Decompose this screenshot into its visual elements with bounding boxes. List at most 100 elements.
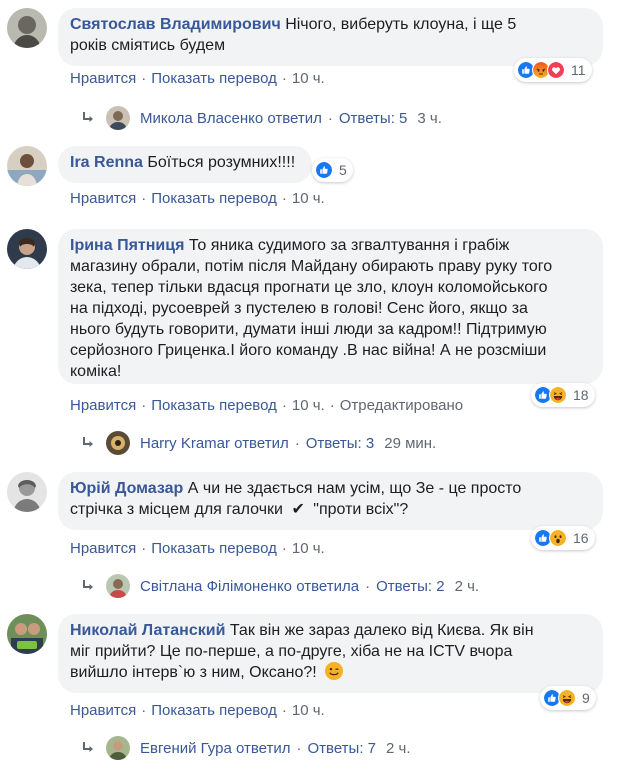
comment-text: зека, тепер тільки вдасця прогнати це зл… bbox=[70, 279, 548, 296]
comment-text: "проти всіх"? bbox=[313, 501, 409, 518]
comment-text: коміка! bbox=[70, 363, 122, 380]
reply-avatar bbox=[106, 736, 130, 760]
separator: · bbox=[141, 702, 147, 719]
reaction-count: 16 bbox=[573, 530, 589, 546]
separator: · bbox=[329, 397, 335, 414]
reply-count[interactable]: Ответы: 7 bbox=[308, 740, 377, 757]
separator: · bbox=[365, 577, 371, 595]
comment-author[interactable]: Юрій Домазар bbox=[70, 480, 183, 497]
reply-author[interactable]: Евгений Гура ответил bbox=[140, 740, 291, 757]
replies-link[interactable]: Микола Власенко ответил · Ответы: 5 3 ч. bbox=[80, 106, 442, 130]
comment-author[interactable]: Ira Renna bbox=[70, 154, 143, 171]
comment-time[interactable]: 10 ч. bbox=[292, 702, 325, 719]
comment-actions: Нравится · Показать перевод · 10 ч. · Отредакт… bbox=[70, 397, 463, 414]
like-link[interactable]: Нравится bbox=[70, 540, 136, 557]
comment-text: стрічка з місцем для галочки bbox=[70, 501, 283, 518]
comment-text: вийшло інтерв`ю з ним, Оксано?! bbox=[70, 664, 317, 681]
avatar[interactable] bbox=[7, 614, 47, 654]
like-link[interactable]: Нравится bbox=[70, 190, 136, 207]
reactions-summary[interactable]: 16 bbox=[531, 526, 595, 550]
comment-text: серйозного Гриценка.І його команду .В на… bbox=[70, 342, 547, 359]
separator: · bbox=[141, 397, 147, 414]
reply-author[interactable]: Світлана Філімоненко ответила bbox=[140, 578, 359, 595]
separator: · bbox=[141, 190, 147, 207]
wow-icon bbox=[549, 529, 567, 547]
comment-time[interactable]: 10 ч. bbox=[292, 190, 325, 207]
reply-time: 2 ч. bbox=[386, 739, 411, 757]
love-icon bbox=[547, 61, 565, 79]
translate-link[interactable]: Показать перевод bbox=[151, 70, 277, 87]
checkmark-emoji: ✔ bbox=[291, 501, 305, 518]
like-link[interactable]: Нравится bbox=[70, 70, 136, 87]
translate-link[interactable]: Показать перевод bbox=[151, 397, 277, 414]
comment-author[interactable]: Ірина Пятниця bbox=[70, 237, 184, 254]
reaction-count: 11 bbox=[571, 62, 586, 78]
avatar[interactable] bbox=[7, 472, 47, 512]
separator: · bbox=[141, 70, 147, 87]
replies-link[interactable]: Світлана Філімоненко ответила · Ответы: … bbox=[80, 574, 479, 598]
reply-count[interactable]: Ответы: 3 bbox=[306, 435, 375, 452]
comment-bubble: Ірина Пятниця То яника судимого за згвал… bbox=[58, 229, 603, 384]
edited-label[interactable]: Отредактировано bbox=[340, 397, 463, 414]
comment-text: Боїться розумних!!!! bbox=[147, 154, 296, 171]
reactions-summary[interactable]: 11 bbox=[514, 58, 592, 82]
comment-bubble: Юрій Домазар А чи не здається нам усім, … bbox=[58, 472, 603, 530]
replies-link[interactable]: Harry Kramar ответил · Ответы: 3 29 мин. bbox=[80, 431, 436, 455]
reply-count[interactable]: Ответы: 2 bbox=[376, 578, 445, 595]
replies-link[interactable]: Евгений Гура ответил · Ответы: 7 2 ч. bbox=[80, 736, 411, 760]
reply-avatar bbox=[106, 574, 130, 598]
reply-author[interactable]: Микола Власенко ответил bbox=[140, 110, 322, 127]
reply-time: 2 ч. bbox=[454, 577, 480, 595]
reply-count[interactable]: Ответы: 5 bbox=[339, 110, 408, 127]
comment-text: магазину обрали, потім після Майдану оби… bbox=[70, 258, 553, 275]
comment-time[interactable]: 10 ч. bbox=[292, 540, 325, 557]
wink-emoji-icon bbox=[325, 662, 344, 680]
comment-actions: Нравится · Показать перевод · 10 ч. bbox=[70, 70, 325, 87]
comment-text: нього будуть говорити, думати інші люди … bbox=[70, 321, 547, 338]
reply-avatar bbox=[106, 106, 130, 130]
comment-author[interactable]: Николай Латанский bbox=[70, 622, 225, 639]
comment-text: Так він же зараз далеко від Києва. Як ві… bbox=[229, 622, 534, 639]
reply-arrow-icon bbox=[80, 435, 96, 451]
comment-bubble: Ira Renna Боїться розумних!!!! bbox=[58, 146, 312, 183]
translate-link[interactable]: Показать перевод bbox=[151, 190, 277, 207]
like-link[interactable]: Нравится bbox=[70, 397, 136, 414]
translate-link[interactable]: Показать перевод bbox=[151, 540, 277, 557]
separator: · bbox=[327, 109, 333, 127]
comment-text: Нічого, виберуть клоуна, і ще 5 bbox=[285, 16, 517, 33]
comment-time[interactable]: 10 ч. bbox=[292, 397, 325, 414]
separator: · bbox=[281, 540, 287, 557]
reactions-summary[interactable]: 9 bbox=[540, 686, 596, 710]
reply-time: 3 ч. bbox=[417, 109, 442, 127]
reactions-summary[interactable]: 5 bbox=[312, 158, 353, 182]
haha-icon bbox=[549, 386, 567, 404]
separator: · bbox=[281, 190, 287, 207]
reaction-count: 18 bbox=[573, 387, 589, 403]
separator: · bbox=[281, 702, 287, 719]
comment-text: То яника судимого за згвалтування і граб… bbox=[188, 237, 510, 254]
reaction-count: 9 bbox=[582, 690, 590, 706]
reply-avatar bbox=[106, 431, 130, 455]
separator: · bbox=[296, 739, 302, 757]
comment-time[interactable]: 10 ч. bbox=[292, 70, 325, 87]
comment-author[interactable]: Святослав Владимирович bbox=[70, 16, 281, 33]
comment-text: міг прийти? Це по-перше, а по-друге, хіб… bbox=[70, 643, 513, 660]
haha-icon bbox=[558, 689, 576, 707]
avatar[interactable] bbox=[7, 8, 47, 48]
reply-author[interactable]: Harry Kramar ответил bbox=[140, 435, 289, 452]
translate-link[interactable]: Показать перевод bbox=[151, 702, 277, 719]
comment-text: А чи не здається нам усім, що Зе - це пр… bbox=[187, 480, 522, 497]
separator: · bbox=[294, 434, 300, 452]
reply-arrow-icon bbox=[80, 740, 96, 756]
comment-text: на підході, русоеврей з пустелею в голов… bbox=[70, 300, 528, 317]
reply-time: 29 мин. bbox=[384, 434, 437, 452]
comment-actions: Нравится · Показать перевод · 10 ч. bbox=[70, 540, 325, 557]
like-link[interactable]: Нравится bbox=[70, 702, 136, 719]
avatar[interactable] bbox=[7, 146, 47, 186]
reply-arrow-icon bbox=[80, 110, 96, 126]
comment-bubble: Святослав Владимирович Нічого, виберуть … bbox=[58, 8, 603, 66]
reactions-summary[interactable]: 18 bbox=[531, 383, 595, 407]
separator: · bbox=[141, 540, 147, 557]
comment-actions: Нравится · Показать перевод · 10 ч. bbox=[70, 190, 325, 207]
avatar[interactable] bbox=[7, 229, 47, 269]
